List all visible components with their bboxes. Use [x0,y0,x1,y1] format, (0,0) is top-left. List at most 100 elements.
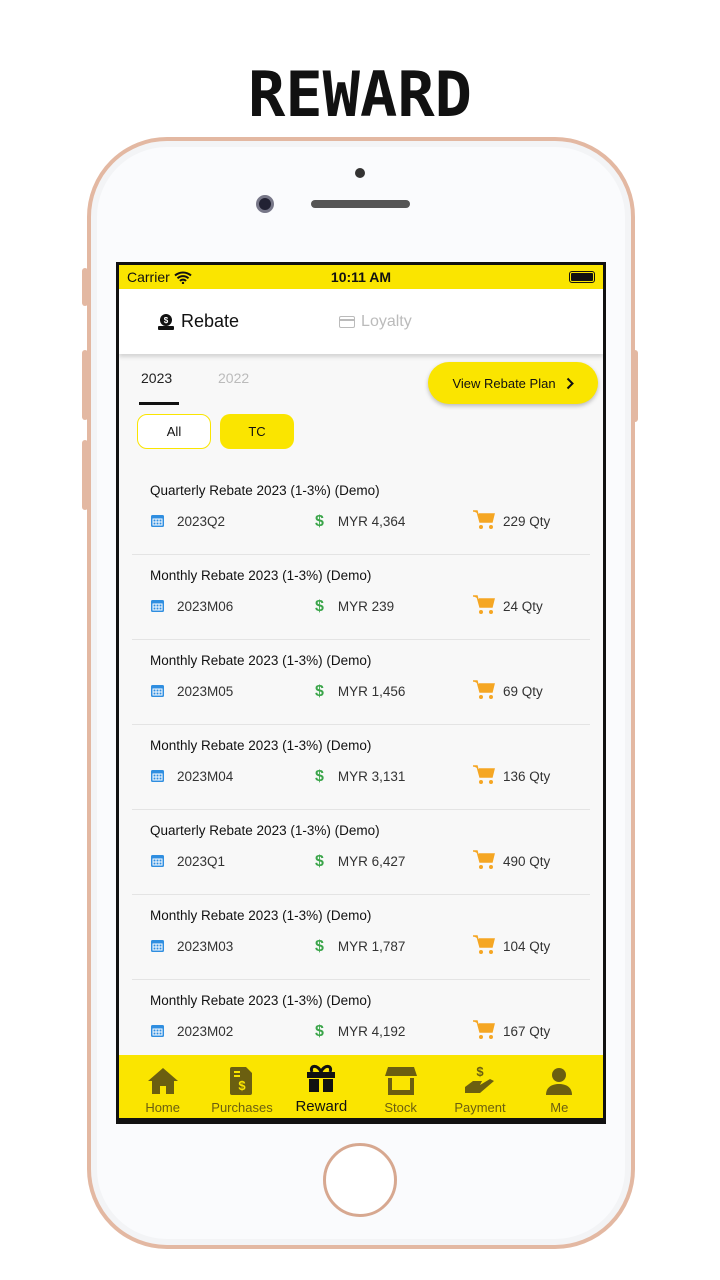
tab-rebate-label: Rebate [181,311,240,331]
power-button [632,350,638,422]
speaker [311,200,410,208]
sensor [355,168,365,178]
rebate-qty: 136 Qty [503,769,551,784]
year-tab-2023[interactable]: 2023 [141,370,172,386]
wifi-icon [174,271,192,284]
nav-label: Reward [295,1098,348,1115]
invoice-icon: $ [229,1067,254,1100]
dollar-icon: $ [315,852,324,870]
rebate-amount: MYR 6,427 [337,854,406,869]
rebate-title: Quarterly Rebate 2023 (1-3%) (Demo) [150,823,380,838]
hand-dollar-icon: $ [463,1064,497,1100]
cart-icon [473,1020,495,1043]
rebate-list: Quarterly Rebate 2023 (1-3%) (Demo) 2023… [119,470,603,1065]
rebate-amount: MYR 1,456 [337,684,406,699]
cart-icon [473,850,495,873]
rebate-amount: MYR 3,131 [337,769,406,784]
rebate-row[interactable]: Monthly Rebate 2023 (1-3%) (Demo) 2023M0… [132,895,590,980]
store-icon [384,1067,417,1100]
home-button[interactable] [323,1143,397,1217]
cart-icon [473,595,495,618]
filter-chips: All TC [119,414,603,450]
nav-purchases[interactable]: $ Purchases [202,1055,281,1118]
rebate-amount: MYR 1,787 [337,939,406,954]
active-year-indicator [139,402,179,405]
rebate-title: Monthly Rebate 2023 (1-3%) (Demo) [150,738,372,753]
calendar-icon [150,938,165,956]
mute-switch [82,268,88,306]
app-screen: Carrier 10:11 AM $ Rebate Loyalty 2023 2… [116,262,606,1124]
rebate-amount: MYR 4,192 [337,1024,406,1039]
rebate-period: 2023M02 [177,1024,234,1039]
dollar-icon: $ [315,1022,324,1040]
gift-icon [306,1064,336,1098]
rebate-period: 2023Q2 [177,514,226,529]
rebate-title: Quarterly Rebate 2023 (1-3%) (Demo) [150,483,380,498]
rebate-row[interactable]: Monthly Rebate 2023 (1-3%) (Demo) 2023M0… [132,980,590,1065]
rebate-row[interactable]: Monthly Rebate 2023 (1-3%) (Demo) 2023M0… [132,725,590,810]
volume-up-button [82,350,88,420]
nav-label: Payment [454,1100,506,1115]
tab-loyalty-label: Loyalty [361,312,412,330]
rebate-row[interactable]: Monthly Rebate 2023 (1-3%) (Demo) 2023M0… [132,555,590,640]
calendar-icon [150,853,165,871]
rebate-qty: 104 Qty [503,939,551,954]
nav-me[interactable]: Me [520,1055,599,1118]
svg-text:$: $ [164,316,169,325]
battery-icon [569,271,595,283]
dollar-icon: $ [315,597,324,615]
tab-loyalty[interactable]: Loyalty [339,313,412,331]
rebate-period: 2023M06 [177,599,234,614]
rebate-title: Monthly Rebate 2023 (1-3%) (Demo) [150,568,372,583]
rebate-amount: MYR 239 [337,599,395,614]
svg-text:$: $ [476,1065,484,1079]
rebate-qty: 69 Qty [503,684,543,699]
cart-icon [473,680,495,703]
card-icon [339,315,356,328]
rebate-title: Monthly Rebate 2023 (1-3%) (Demo) [150,653,372,668]
volume-down-button [82,440,88,510]
home-icon [147,1067,179,1100]
dollar-icon: $ [315,767,324,785]
view-rebate-plan-label: View Rebate Plan [452,375,556,391]
nav-reward[interactable]: Reward [282,1055,361,1118]
calendar-icon [150,1023,165,1041]
chevron-right-icon [566,377,574,389]
svg-text:$: $ [238,1078,246,1093]
rebate-qty: 167 Qty [503,1024,551,1039]
dollar-icon: $ [315,937,324,955]
rebate-period: 2023M04 [177,769,234,784]
calendar-icon [150,683,165,701]
filter-all[interactable]: All [137,414,211,449]
bottom-nav: Home $ Purchases Reward Stock $ Payment Me [119,1055,603,1121]
rebate-qty: 490 Qty [503,854,551,869]
nav-label: Purchases [211,1100,273,1115]
nav-label: Me [550,1100,569,1115]
nav-home[interactable]: Home [123,1055,202,1118]
nav-label: Stock [384,1100,417,1115]
cart-icon [473,510,495,533]
calendar-icon [150,768,165,786]
rebate-title: Monthly Rebate 2023 (1-3%) (Demo) [150,993,372,1008]
year-tab-2022[interactable]: 2022 [218,370,249,386]
rebate-amount: MYR 4,364 [337,514,406,529]
rebate-period: 2023M05 [177,684,234,699]
view-rebate-plan-button[interactable]: View Rebate Plan [428,362,598,404]
tab-rebate[interactable]: $ Rebate [157,311,239,332]
rebate-period: 2023M03 [177,939,234,954]
user-icon [545,1067,573,1100]
rebate-row[interactable]: Monthly Rebate 2023 (1-3%) (Demo) 2023M0… [132,640,590,725]
rebate-row[interactable]: Quarterly Rebate 2023 (1-3%) (Demo) 2023… [132,470,590,555]
tab-bar: $ Rebate Loyalty [119,289,603,354]
nav-label: Home [145,1100,180,1115]
nav-stock[interactable]: Stock [361,1055,440,1118]
cart-icon [473,765,495,788]
nav-payment[interactable]: $ Payment [440,1055,519,1118]
calendar-icon [150,598,165,616]
calendar-icon [150,513,165,531]
filter-tc[interactable]: TC [220,414,294,449]
front-camera [256,195,274,213]
rebate-row[interactable]: Quarterly Rebate 2023 (1-3%) (Demo) 2023… [132,810,590,895]
rebate-qty: 229 Qty [503,514,551,529]
year-tabs: 2023 2022 View Rebate Plan [119,354,603,414]
